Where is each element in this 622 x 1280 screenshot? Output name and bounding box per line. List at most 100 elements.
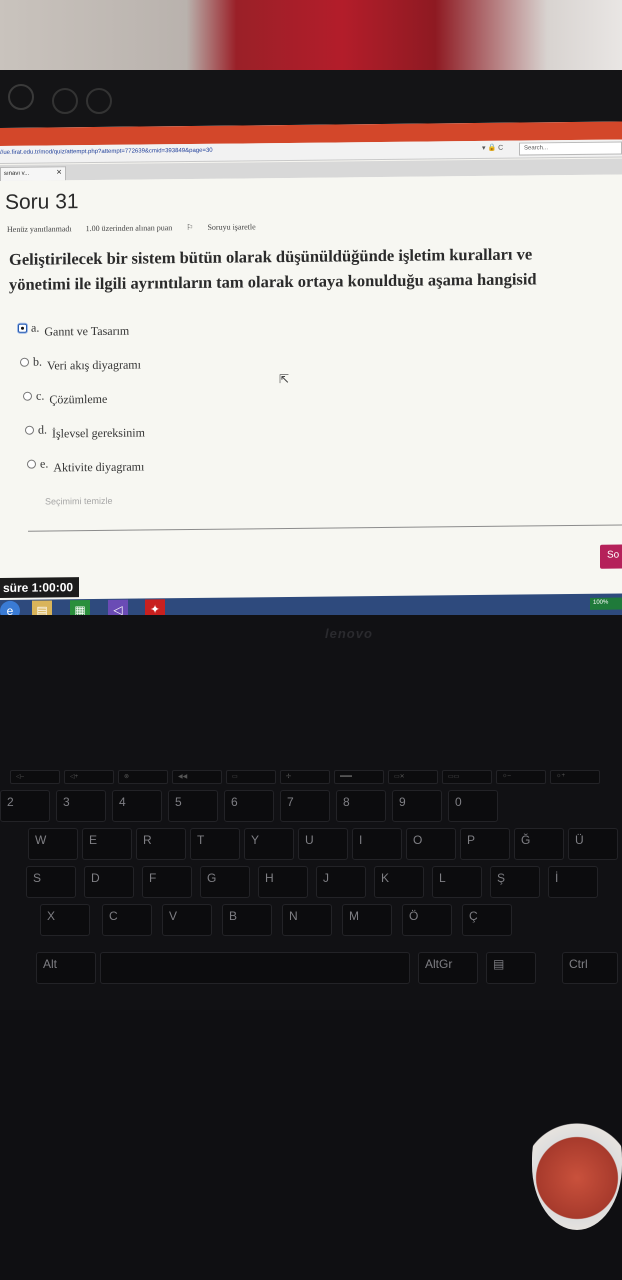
key[interactable]: X bbox=[40, 904, 90, 936]
bezel-sticker-star bbox=[8, 84, 34, 110]
key[interactable]: M bbox=[342, 904, 392, 936]
key[interactable]: H bbox=[258, 866, 308, 898]
keyboard: ◁– ◁+ ⊗ ◀◀ ▭ ✢ ▬▬ ▭✕ ▭▭ ☼– ☼+ 2 3 4 5 6 … bbox=[0, 760, 622, 1000]
laptop-screen: //ue.firat.edu.tr/mod/quiz/attempt.php?a… bbox=[0, 121, 622, 622]
flag-icon: ⚐ bbox=[186, 222, 194, 233]
next-page-button[interactable]: So bbox=[600, 544, 622, 569]
key[interactable]: 6 bbox=[224, 790, 274, 822]
option-d[interactable]: d. İşlevsel gereksinim bbox=[25, 421, 145, 440]
clear-choice-link[interactable]: Seçimimi temizle bbox=[45, 496, 113, 507]
radio-button[interactable] bbox=[20, 357, 29, 367]
option-b[interactable]: b. Veri akış diyagramı bbox=[20, 354, 141, 373]
option-text: Gannt ve Tasarım bbox=[44, 323, 130, 339]
key[interactable]: Ç bbox=[462, 904, 512, 936]
brand-logo: lenovo bbox=[325, 626, 373, 641]
spacebar[interactable] bbox=[100, 952, 410, 984]
option-text: Çözümleme bbox=[49, 391, 108, 407]
key[interactable]: C bbox=[102, 904, 152, 936]
fn-key[interactable]: ◁+ bbox=[64, 770, 114, 784]
fn-key[interactable]: ▭✕ bbox=[388, 770, 438, 784]
radio-button[interactable] bbox=[25, 425, 34, 435]
palm-rest bbox=[0, 1010, 622, 1280]
answer-status: Henüz yanıtlanmadı bbox=[7, 224, 72, 234]
battery-indicator[interactable]: 100% bbox=[590, 597, 622, 610]
option-e[interactable]: e. Aktivite diyagramı bbox=[27, 455, 144, 474]
flag-question-link[interactable]: ⚐ Soruyu işaretle bbox=[186, 222, 267, 232]
option-a[interactable]: a. Gannt ve Tasarım bbox=[18, 320, 129, 339]
option-text: Veri akış diyagramı bbox=[47, 357, 141, 373]
option-letter: c. bbox=[36, 388, 45, 403]
fn-key[interactable]: ▬▬ bbox=[334, 770, 384, 784]
key[interactable]: İ bbox=[548, 866, 598, 898]
fn-key[interactable]: ◀◀ bbox=[172, 770, 222, 784]
key[interactable]: Ö bbox=[402, 904, 452, 936]
radio-button[interactable] bbox=[27, 459, 36, 469]
key[interactable]: L bbox=[432, 866, 482, 898]
divider bbox=[28, 524, 622, 532]
key[interactable]: T bbox=[190, 828, 240, 860]
option-letter: a. bbox=[31, 320, 40, 335]
browser-tab[interactable]: sınavı v... ✕ bbox=[0, 166, 66, 181]
key[interactable]: Ğ bbox=[514, 828, 564, 860]
key[interactable]: Ü bbox=[568, 828, 618, 860]
url-text[interactable]: //ue.firat.edu.tr/mod/quiz/attempt.php?a… bbox=[0, 148, 213, 156]
key[interactable]: W bbox=[28, 828, 78, 860]
key[interactable]: 8 bbox=[336, 790, 386, 822]
key[interactable]: F bbox=[142, 866, 192, 898]
key[interactable]: G bbox=[200, 866, 250, 898]
key[interactable]: I bbox=[352, 828, 402, 860]
menu-key[interactable]: ▤ bbox=[486, 952, 536, 984]
option-text: Aktivite diyagramı bbox=[53, 459, 145, 475]
tab-label: sınavı v... bbox=[4, 170, 30, 177]
alt-key[interactable]: Alt bbox=[36, 952, 96, 984]
question-text: Geliştirilecek bir sistem bütün olarak d… bbox=[9, 240, 622, 297]
option-c[interactable]: c. Çözümleme bbox=[23, 388, 107, 406]
fn-key[interactable]: ▭ bbox=[226, 770, 276, 784]
search-input[interactable]: Search... bbox=[519, 141, 622, 156]
close-icon[interactable]: ✕ bbox=[56, 168, 62, 176]
key[interactable]: K bbox=[374, 866, 424, 898]
key[interactable]: N bbox=[282, 904, 332, 936]
key[interactable]: U bbox=[298, 828, 348, 860]
bezel-sticker-circle bbox=[86, 88, 112, 114]
key[interactable]: 5 bbox=[168, 790, 218, 822]
radio-button[interactable] bbox=[23, 391, 32, 401]
fn-key[interactable]: ⊗ bbox=[118, 770, 168, 784]
photo-scene: //ue.firat.edu.tr/mod/quiz/attempt.php?a… bbox=[0, 0, 622, 1280]
fn-key[interactable]: ▭▭ bbox=[442, 770, 492, 784]
key[interactable]: J bbox=[316, 866, 366, 898]
key[interactable]: 0 bbox=[448, 790, 498, 822]
key[interactable]: S bbox=[26, 866, 76, 898]
question-number: Soru 31 bbox=[5, 190, 79, 214]
quiz-page: Soru 31 Henüz yanıtlanmadı 1.00 üzerinde… bbox=[0, 174, 622, 622]
key[interactable]: R bbox=[136, 828, 186, 860]
radio-button-selected[interactable] bbox=[18, 323, 27, 333]
key[interactable]: E bbox=[82, 828, 132, 860]
fn-key[interactable]: ☼– bbox=[496, 770, 546, 784]
quiz-timer: süre 1:00:00 bbox=[0, 577, 79, 598]
fn-key[interactable]: ☼+ bbox=[550, 770, 600, 784]
question-line-2: yönetimi ile ilgili ayrıntıların tam ola… bbox=[9, 269, 537, 294]
key[interactable]: Ş bbox=[490, 866, 540, 898]
question-points: 1.00 üzerinden alınan puan bbox=[85, 223, 173, 234]
key[interactable]: 9 bbox=[392, 790, 442, 822]
key[interactable]: D bbox=[84, 866, 134, 898]
altgr-key[interactable]: AltGr bbox=[418, 952, 478, 984]
key[interactable]: P bbox=[460, 828, 510, 860]
fn-key[interactable]: ✢ bbox=[280, 770, 330, 784]
screen-bezel bbox=[0, 70, 622, 130]
key[interactable]: B bbox=[222, 904, 272, 936]
question-info: Henüz yanıtlanmadı 1.00 üzerinden alınan… bbox=[7, 222, 280, 234]
key[interactable]: V bbox=[162, 904, 212, 936]
key[interactable]: 2 bbox=[0, 790, 50, 822]
key[interactable]: 4 bbox=[112, 790, 162, 822]
option-text: İşlevsel gereksinim bbox=[52, 425, 145, 441]
address-bar-icons[interactable]: ▾ 🔒 C bbox=[482, 144, 503, 152]
option-letter: d. bbox=[38, 422, 47, 437]
key[interactable]: 7 bbox=[280, 790, 330, 822]
key[interactable]: 3 bbox=[56, 790, 106, 822]
fn-key[interactable]: ◁– bbox=[10, 770, 60, 784]
key[interactable]: Y bbox=[244, 828, 294, 860]
ctrl-key[interactable]: Ctrl bbox=[562, 952, 618, 984]
key[interactable]: O bbox=[406, 828, 456, 860]
